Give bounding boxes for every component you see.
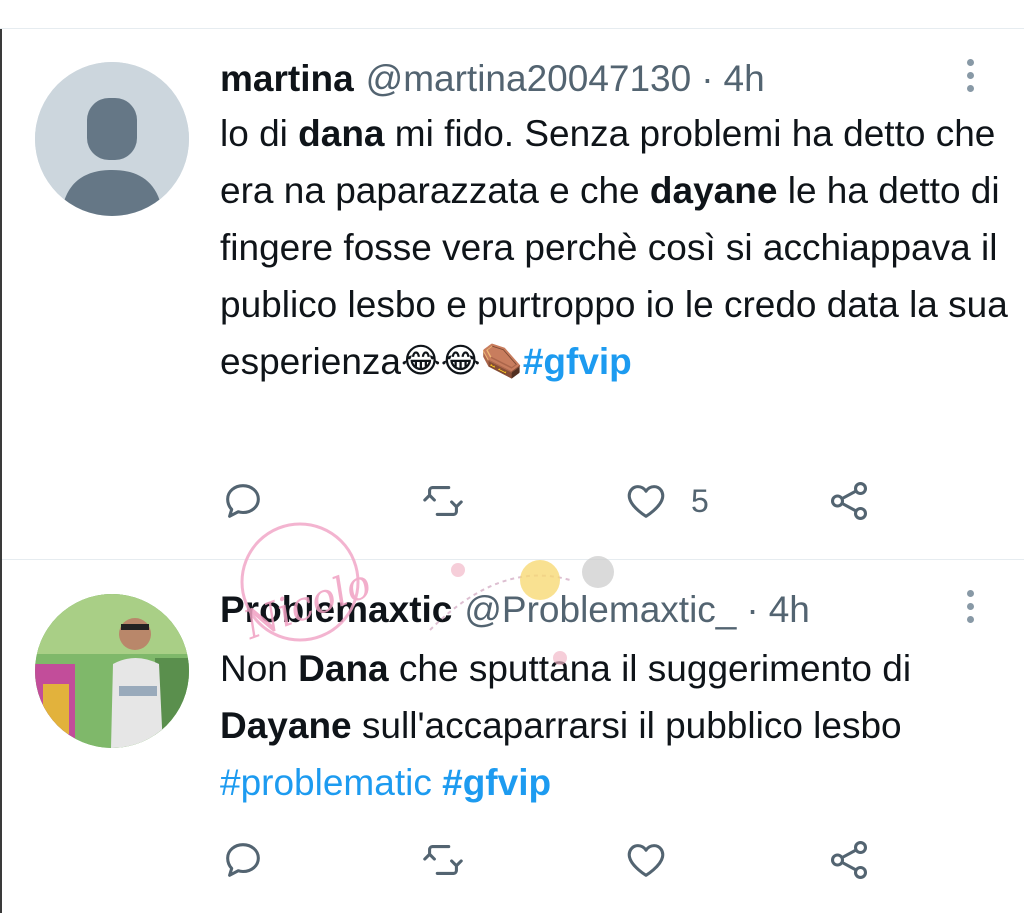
top-bar bbox=[0, 0, 1024, 29]
like-count: 5 bbox=[691, 482, 709, 519]
like-icon bbox=[627, 485, 665, 518]
hashtag-link[interactable]: #problematic bbox=[220, 762, 432, 803]
mention-bold: dana bbox=[298, 113, 385, 154]
retweet-icon bbox=[423, 845, 463, 875]
text-segment: sull'accaparrarsi il pubblico lesbo bbox=[351, 705, 902, 746]
default-avatar-icon bbox=[35, 62, 189, 216]
reply-icon bbox=[226, 843, 260, 877]
avatar[interactable] bbox=[35, 62, 189, 216]
tweet-text: Non Dana che sputtana il suggerimento di… bbox=[220, 640, 1010, 811]
share-icon bbox=[830, 841, 868, 879]
timestamp[interactable]: 4h bbox=[724, 58, 765, 100]
hashtag-link[interactable]: #gfvip bbox=[523, 341, 632, 382]
separator: · bbox=[701, 58, 714, 99]
reply-icon bbox=[226, 484, 260, 518]
display-name[interactable]: Problemaxtic bbox=[220, 589, 452, 631]
hashtag-link[interactable]: #gfvip bbox=[442, 762, 551, 803]
action-bar bbox=[220, 835, 880, 885]
share-button[interactable] bbox=[826, 835, 872, 885]
retweet-button[interactable] bbox=[420, 835, 466, 885]
separator: · bbox=[746, 589, 759, 630]
share-icon bbox=[830, 482, 868, 520]
text-segment bbox=[432, 762, 442, 803]
tweet-header: martina @martina20047130 · 4h bbox=[220, 49, 765, 109]
tweet-text: lo di dana mi fido. Senza problemi ha de… bbox=[220, 105, 1010, 390]
reply-button[interactable] bbox=[220, 835, 266, 885]
mention-bold: dayane bbox=[649, 170, 778, 211]
display-name[interactable]: martina bbox=[220, 58, 354, 100]
emoji-group: 😂😂⚰️ bbox=[401, 341, 523, 380]
share-button[interactable] bbox=[826, 476, 872, 526]
retweet-icon bbox=[423, 486, 463, 516]
tweet[interactable]: Problemaxtic @Problemaxtic_ · 4h Non Dan… bbox=[2, 560, 1024, 913]
like-button[interactable] bbox=[623, 835, 691, 885]
tweet-header: Problemaxtic @Problemaxtic_ · 4h bbox=[220, 580, 810, 640]
text-segment: lo di bbox=[220, 113, 299, 154]
user-handle[interactable]: @martina20047130 bbox=[366, 58, 692, 100]
mention-bold: Dayane bbox=[220, 705, 352, 746]
reply-button[interactable] bbox=[220, 476, 266, 526]
text-segment: Non bbox=[220, 648, 299, 689]
more-vertical-icon[interactable] bbox=[960, 59, 980, 99]
user-handle[interactable]: @Problemaxtic_ bbox=[464, 589, 736, 631]
like-icon bbox=[627, 844, 665, 877]
more-vertical-icon[interactable] bbox=[960, 590, 980, 630]
action-bar: 5 bbox=[220, 476, 880, 526]
tweet[interactable]: martina @martina20047130 · 4h lo di dana… bbox=[2, 29, 1024, 560]
text-segment: che sputtana il suggerimento di bbox=[388, 648, 912, 689]
user-photo-avatar bbox=[35, 594, 189, 748]
mention-bold: Dana bbox=[298, 648, 389, 689]
avatar[interactable] bbox=[35, 594, 189, 748]
timestamp[interactable]: 4h bbox=[769, 589, 810, 631]
retweet-button[interactable] bbox=[420, 476, 466, 526]
like-button[interactable]: 5 bbox=[623, 476, 709, 526]
